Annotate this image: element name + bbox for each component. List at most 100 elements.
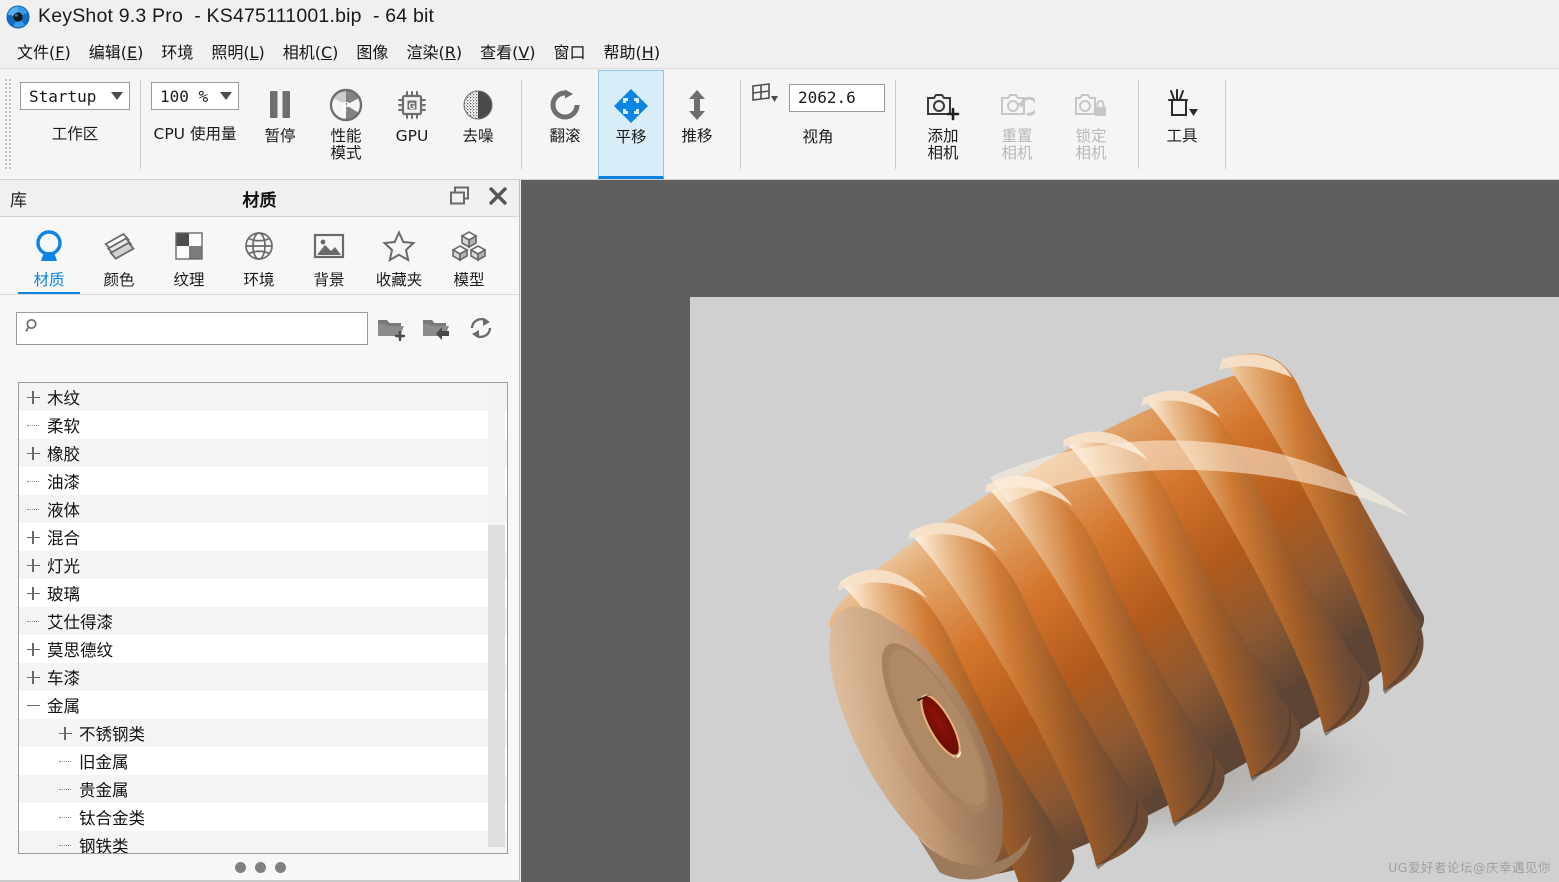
tools-dropdown-icon	[1163, 82, 1201, 128]
up-down-arrow-icon	[680, 82, 714, 128]
tab-textures[interactable]: 纹理	[154, 225, 224, 290]
tree-item-wood[interactable]: 木纹	[19, 383, 507, 411]
menu-environment[interactable]: 环境	[152, 36, 202, 66]
tree-item-label: 柔软	[47, 417, 80, 436]
tree-item-old-metal[interactable]: 旧金属	[19, 747, 507, 775]
add-camera-button[interactable]: 添加 相机	[906, 70, 980, 179]
reset-camera-label-line1: 重置	[1001, 127, 1033, 145]
checker-texture-icon	[172, 225, 206, 267]
expand-toggle-icon[interactable]	[19, 670, 47, 684]
lock-camera-label-line2: 相机	[1075, 144, 1107, 163]
pan-label: 平移	[615, 128, 647, 146]
collapse-toggle-icon[interactable]	[19, 699, 47, 712]
expand-toggle-icon[interactable]	[19, 558, 47, 572]
tab-materials[interactable]: 材质	[14, 225, 84, 294]
menu-lighting[interactable]: 照明(L)	[202, 36, 273, 66]
menu-view[interactable]: 查看(V)	[471, 36, 544, 66]
material-ball-icon	[31, 225, 67, 267]
leaf-dash-icon	[19, 616, 47, 626]
render-canvas[interactable]	[690, 297, 1559, 882]
tree-item-steel[interactable]: 钢铁类	[19, 831, 507, 853]
tab-favorites[interactable]: 收藏夹	[364, 225, 434, 290]
search-input[interactable]	[47, 320, 359, 336]
tree-item-glass[interactable]: 玻璃	[19, 579, 507, 607]
tree-item-light[interactable]: 灯光	[19, 551, 507, 579]
cpu-usage-dropdown[interactable]: 100 %	[151, 82, 239, 110]
perspective-grid-icon[interactable]	[751, 82, 779, 113]
dolly-button[interactable]: 推移	[664, 70, 730, 179]
tools-button[interactable]: 工具	[1149, 70, 1215, 179]
dolly-label: 推移	[681, 127, 713, 145]
material-tree[interactable]: 木纹 柔软 橡胶 油漆 液体 混合 灯光 玻璃 艾仕得漆 莫思德纹 车漆 金属 …	[18, 382, 508, 854]
expand-toggle-icon[interactable]	[19, 642, 47, 656]
menu-camera[interactable]: 相机(C)	[274, 36, 348, 66]
material-tree-body: 木纹 柔软 橡胶 油漆 液体 混合 灯光 玻璃 艾仕得漆 莫思德纹 车漆 金属 …	[19, 383, 507, 853]
pause-button[interactable]: 暂停	[247, 70, 313, 179]
expand-toggle-icon[interactable]	[19, 586, 47, 600]
tree-item-label: 混合	[47, 529, 80, 548]
menu-edit[interactable]: 编辑(E)	[80, 36, 153, 66]
tree-item-label: 不锈钢类	[79, 725, 145, 744]
performance-aperture-icon: P	[328, 82, 364, 128]
import-folder-button[interactable]	[413, 308, 458, 348]
render-viewport[interactable]: UG爱好者论坛@庆幸遇见你	[521, 180, 1559, 882]
tree-item-label: 灯光	[47, 557, 80, 576]
tumble-button[interactable]: 翻滚	[532, 70, 598, 179]
gpu-button[interactable]: G GPU	[379, 70, 445, 179]
pager-dot[interactable]	[234, 861, 246, 873]
toolbar-grip[interactable]	[4, 78, 11, 171]
leaf-dash-icon	[51, 784, 79, 794]
pager-dot[interactable]	[274, 861, 286, 873]
tree-item-rubber[interactable]: 橡胶	[19, 439, 507, 467]
denoise-button[interactable]: 去噪	[445, 70, 511, 179]
expand-toggle-icon[interactable]	[19, 446, 47, 460]
expand-toggle-icon[interactable]	[19, 390, 47, 404]
menu-render[interactable]: 渲染(R)	[397, 36, 471, 66]
tree-item-stainless-steel[interactable]: 不锈钢类	[19, 719, 507, 747]
tree-item-mixed[interactable]: 混合	[19, 523, 507, 551]
tab-colors[interactable]: 颜色	[84, 225, 154, 290]
tree-scrollbar-thumb[interactable]	[488, 525, 505, 847]
tab-models[interactable]: 模型	[434, 225, 504, 290]
performance-mode-label-line1: 性能	[330, 127, 362, 145]
menu-bar: 文件(F) 编辑(E) 环境 照明(L) 相机(C) 图像 渲染(R) 查看(V…	[0, 33, 1559, 69]
performance-mode-label-line2: 模式	[330, 144, 362, 163]
tree-item-paint[interactable]: 油漆	[19, 467, 507, 495]
menu-file[interactable]: 文件(F)	[8, 36, 80, 66]
tab-environments[interactable]: 环境	[224, 225, 294, 290]
expand-toggle-icon[interactable]	[51, 726, 79, 740]
pan-button[interactable]: 平移	[598, 70, 664, 179]
tools-group: 工具	[1143, 70, 1221, 179]
tree-item-label: 钛合金类	[79, 809, 145, 828]
add-folder-button[interactable]	[368, 308, 413, 348]
camera-lock-icon	[1073, 82, 1109, 128]
tree-item-label: 旧金属	[79, 753, 129, 772]
tree-item-carpaint[interactable]: 车漆	[19, 663, 507, 691]
search-box[interactable]	[16, 311, 368, 345]
menu-help[interactable]: 帮助(H)	[595, 36, 670, 66]
refresh-button[interactable]	[458, 308, 503, 348]
workspace-dropdown[interactable]: Startup	[20, 82, 130, 110]
svg-text:P: P	[342, 99, 350, 114]
tree-item-titanium[interactable]: 钛合金类	[19, 803, 507, 831]
pager-dot[interactable]	[254, 861, 266, 873]
undock-icon[interactable]	[449, 186, 471, 211]
menu-image[interactable]: 图像	[347, 36, 397, 66]
expand-toggle-icon[interactable]	[19, 530, 47, 544]
menu-window[interactable]: 窗口	[545, 36, 595, 66]
close-icon[interactable]	[487, 186, 509, 211]
tree-item-axalta[interactable]: 艾仕得漆	[19, 607, 507, 635]
tree-item-precious-metal[interactable]: 贵金属	[19, 775, 507, 803]
tree-item-metal[interactable]: 金属	[19, 691, 507, 719]
tree-item-mosdern[interactable]: 莫思德纹	[19, 635, 507, 663]
tree-item-liquid[interactable]: 液体	[19, 495, 507, 523]
library-pager-dots[interactable]	[0, 858, 520, 876]
toolbar-separator	[1138, 80, 1139, 169]
tree-item-soft[interactable]: 柔软	[19, 411, 507, 439]
camera-group: 添加 相机 重置 相机 锁定 相机	[900, 70, 1134, 179]
view-angle-input[interactable]: 2062.6	[789, 83, 885, 112]
tab-backgrounds[interactable]: 背景	[294, 225, 364, 290]
performance-mode-button[interactable]: P 性能 模式	[313, 70, 379, 179]
reset-camera-label-line2: 相机	[1001, 144, 1033, 163]
tree-item-label: 木纹	[47, 389, 80, 408]
